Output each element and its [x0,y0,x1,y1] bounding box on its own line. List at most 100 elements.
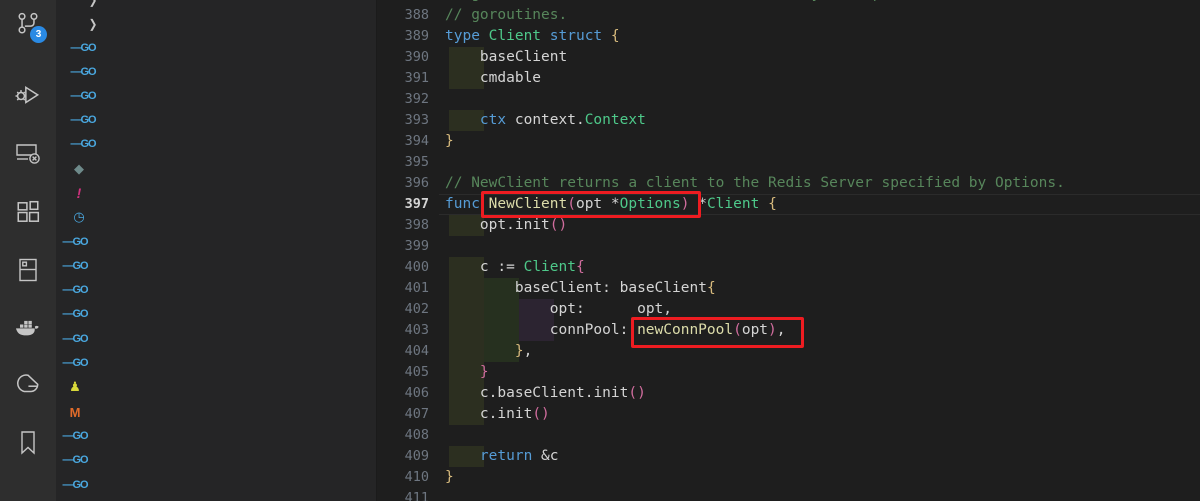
line-number: 391 [404,70,429,86]
tree-item[interactable]: —GO [56,108,376,132]
tree-item[interactable]: —GO [56,254,376,278]
code-line[interactable] [439,236,1200,257]
code-line[interactable] [439,488,1200,501]
code-line[interactable]: cmdable [439,68,1200,89]
tree-item[interactable]: ❯ [56,12,376,36]
code-line[interactable]: } [439,362,1200,383]
code-line[interactable]: // goroutines. [439,5,1200,26]
code-line[interactable] [439,425,1200,446]
changelog-icon: ◷ [73,209,85,224]
code-line[interactable]: // NewClient returns a client to the Red… [439,173,1200,194]
activity-bar: 3 [0,0,56,501]
go-file-icon: —GO [62,430,88,442]
database-icon [16,257,40,283]
code-line[interactable]: c := Client{ [439,257,1200,278]
activity-run-debug[interactable] [0,72,56,120]
go-file-icon: —GO [70,90,96,102]
tree-item[interactable]: M [56,400,376,424]
line-number: 403 [404,322,429,338]
go-file-icon: —GO [70,138,96,150]
gitignore-icon: ◆ [74,161,84,176]
bookmarks-icon [17,429,39,457]
line-number: 393 [404,112,429,128]
code-line[interactable]: connPool: newConnPool(opt), [439,320,1200,341]
tree-item[interactable]: —GO [56,448,376,472]
activity-docker[interactable] [0,304,56,352]
line-number: 410 [404,469,429,485]
line-number: 405 [404,364,429,380]
tree-item[interactable]: ◆ [56,157,376,181]
tree-item[interactable]: —GO [56,60,376,84]
code-line[interactable]: opt: opt, [439,299,1200,320]
go-file-icon: —GO [62,454,88,466]
travis-icon: ! [76,185,82,201]
code-content[interactable]: // goroutines is safe for concurrent use… [439,0,1200,501]
chevron-right-icon: ❯ [88,17,98,31]
extensions-icon [15,199,41,225]
activity-bookmarks[interactable] [0,419,56,467]
code-line[interactable]: baseClient: baseClient{ [439,278,1200,299]
docker-icon [13,316,43,340]
line-number: 408 [404,427,429,443]
go-file-icon: —GO [62,479,88,491]
tree-item[interactable]: —GO [56,278,376,302]
tree-item[interactable]: ◷ [56,205,376,229]
line-number: 392 [404,91,429,107]
code-line[interactable]: c.baseClient.init() [439,383,1200,404]
code-line[interactable]: } [439,131,1200,152]
line-number: 390 [404,49,429,65]
tree-item[interactable]: ! [56,181,376,205]
chevron-right-icon: ❯ [88,0,98,7]
line-number: 407 [404,406,429,422]
source-control-badge: 3 [30,26,47,43]
activity-source-control[interactable]: 3 [0,0,56,48]
go-file-icon: —GO [70,114,96,126]
line-number: 402 [404,301,429,317]
line-number: 404 [404,343,429,359]
line-number: 396 [404,175,429,191]
tree-item[interactable]: ❯ [56,0,376,12]
activity-database[interactable] [0,246,56,294]
activity-gitlens[interactable] [0,362,56,410]
tree-item[interactable]: —GO [56,327,376,351]
code-line[interactable] [439,152,1200,173]
code-line[interactable]: func NewClient(opt *Options) *Client { [439,194,1200,215]
tree-item[interactable]: ♟ [56,375,376,399]
vscode-window: 3 ❯ ❯ —GO —GO —GO —GO —GO ◆ ! ◷ —GO —GO … [0,0,1200,501]
line-number: 389 [404,28,429,44]
code-line[interactable]: type Client struct { [439,26,1200,47]
tree-item[interactable]: —GO [56,302,376,326]
tree-item[interactable]: —GO [56,424,376,448]
line-number: 409 [404,448,429,464]
line-number: 411 [404,490,429,501]
code-line[interactable]: opt.init() [439,215,1200,236]
code-line[interactable]: c.init() [439,404,1200,425]
code-editor[interactable]: 3873883893903913923933943953963973983994… [377,0,1200,501]
line-number: 398 [404,217,429,233]
code-line[interactable]: ctx context.Context [439,110,1200,131]
tree-item[interactable]: —GO [56,36,376,60]
tree-item[interactable]: —GO [56,84,376,108]
code-line[interactable] [439,89,1200,110]
tree-item[interactable]: —GO [56,132,376,156]
code-line[interactable]: baseClient [439,47,1200,68]
activity-extensions[interactable] [0,188,56,236]
go-file-icon: —GO [62,357,88,369]
makefile-icon: M [69,404,81,420]
go-file-icon: —GO [62,284,88,296]
go-file-icon: —GO [70,42,96,54]
tree-item[interactable]: —GO [56,230,376,254]
code-line[interactable]: } [439,467,1200,488]
line-number: 400 [404,259,429,275]
line-number: 399 [404,238,429,254]
code-line[interactable]: }, [439,341,1200,362]
go-file-icon: —GO [62,260,88,272]
tree-item[interactable]: —GO [56,473,376,497]
file-explorer-tree[interactable]: ❯ ❯ —GO —GO —GO —GO —GO ◆! ◷ —GO —GO —GO —GO —GO —GO ♟ M… [56,0,377,501]
tree-item[interactable]: —GO [56,351,376,375]
go-file-icon: —GO [70,66,96,78]
line-number: 388 [404,7,429,23]
code-line[interactable]: return &c [439,446,1200,467]
line-number: 406 [404,385,429,401]
activity-remote-explorer[interactable] [0,130,56,178]
